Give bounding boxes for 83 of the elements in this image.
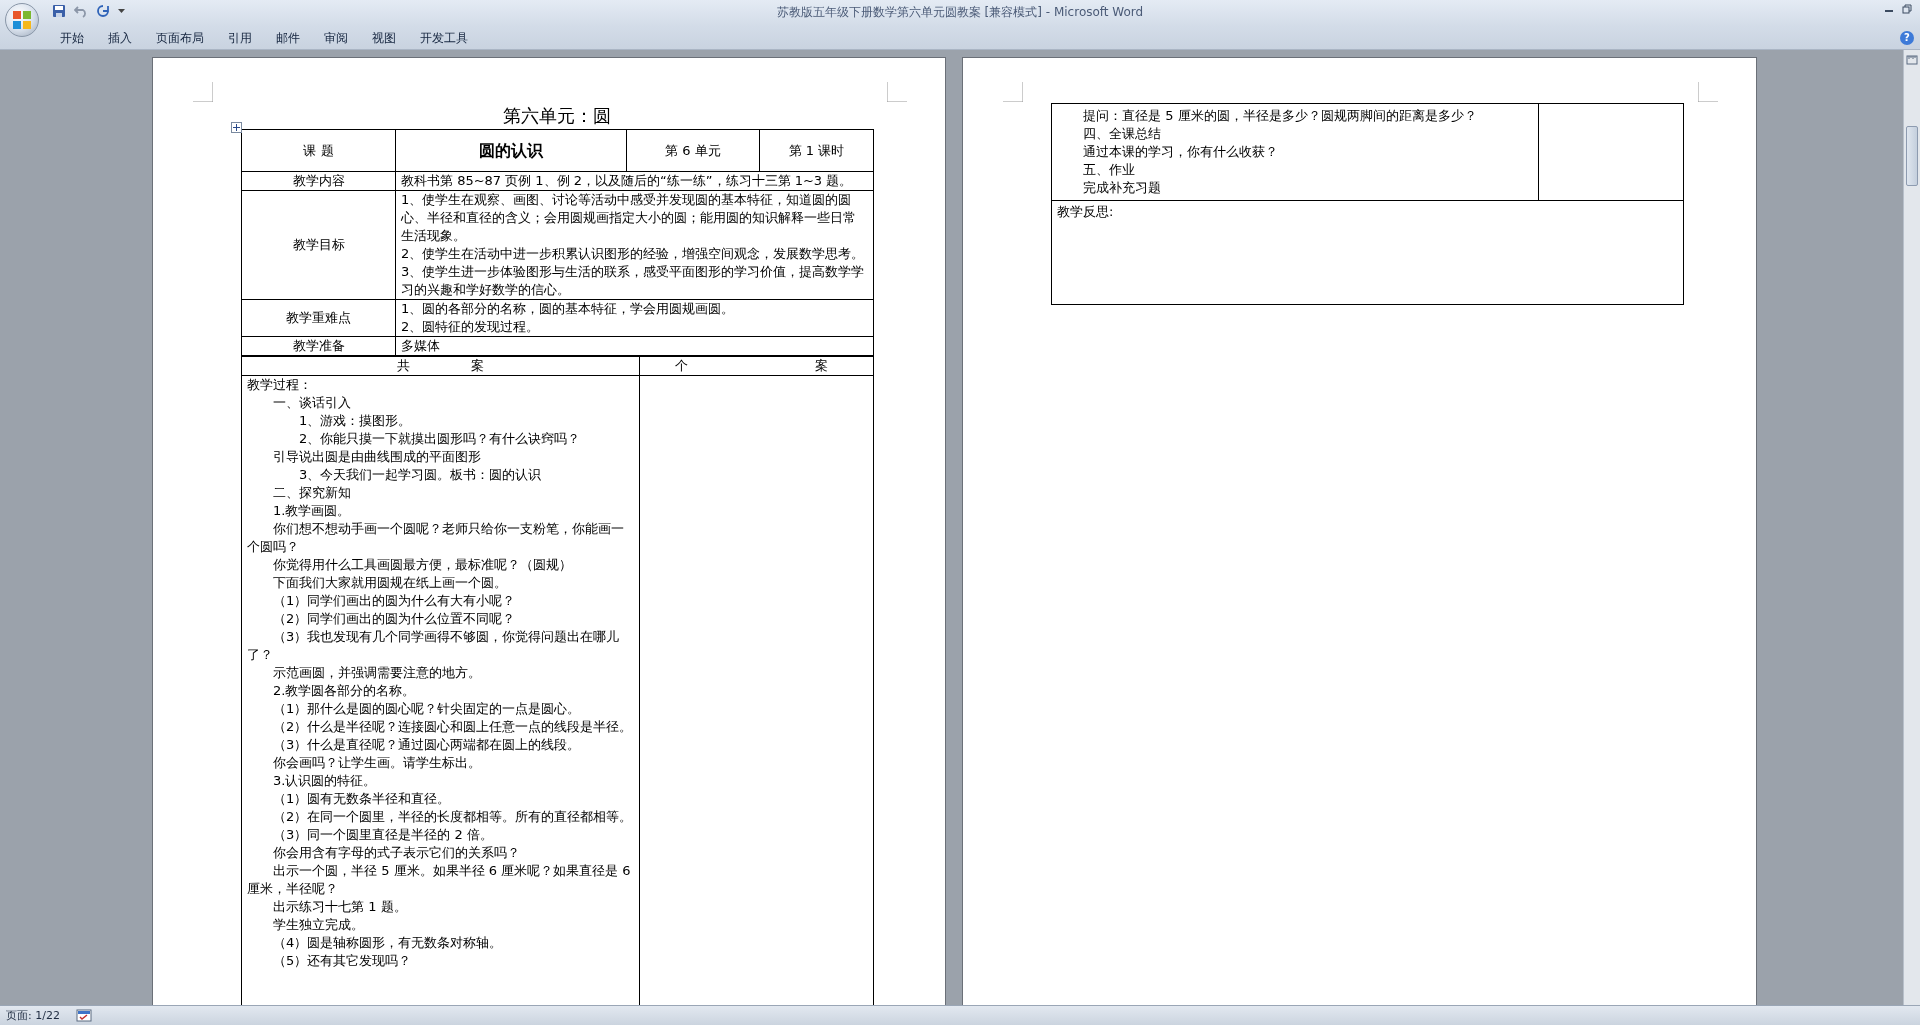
text-line: （5）还有其它发现吗？ [272,952,413,970]
text-line: （2）在同一个圆里，半径的长度都相等。所有的直径都相等。 [272,808,634,826]
page-count[interactable]: 页面: 1/22 [6,1006,60,1025]
text-line: （1）圆有无数条半径和直径。 [272,790,452,808]
text-line: 1.教学画圆。 [272,502,352,520]
text-line: 1、游戏：摸图形。 [298,412,413,430]
text-line: 教学反思: [1057,203,1115,221]
text-line: 通过本课的学习，你有什么收获？ [1082,143,1279,161]
ribbon-tab[interactable]: 邮件 [264,26,312,49]
office-logo-icon [12,10,32,30]
text-line: 2、你能只摸一下就摸出圆形吗？有什么诀窍吗？ [298,430,582,448]
text-line: 你会画吗？让学生画。请学生标出。 [272,754,482,772]
text-line: 教学过程： [247,376,313,394]
text-line: （4）圆是轴称圆形，有无数条对称轴。 [272,934,504,952]
ribbon-tab[interactable]: 引用 [216,26,264,49]
ribbon-tab[interactable]: 视图 [360,26,408,49]
text-line: （2）同学们画出的圆为什么位置不同呢？ [272,610,517,628]
crop-mark [1698,82,1718,102]
document-heading: 第六单元：圆 [502,104,612,128]
text-line: 一、谈话引入 [272,394,352,412]
ribbon-tab[interactable]: 开发工具 [408,26,480,49]
ribbon-tab[interactable]: 审阅 [312,26,360,49]
column-header: 个 [675,357,688,375]
row-label: 教学重难点 [241,299,396,337]
ribbon-tab[interactable]: 页面布局 [144,26,216,49]
text-line: 你们想不想动手画一个圆呢？老师只给你一支粉笔，你能画一个圆吗？ [247,520,625,556]
ribbon-tab[interactable]: 开始 [48,26,96,49]
text-line: 多媒体 [401,337,441,355]
text-line: 引导说出圆是由曲线围成的平面图形 [272,448,482,466]
text-line: 2、使学生在活动中进一步积累认识图形的经验，增强空间观念，发展数学思考。 [401,245,866,263]
column-header: 案 [471,357,484,375]
ruler-toggle-icon[interactable] [1906,54,1918,66]
crop-mark [193,82,213,102]
text-line: 2、圆特征的发现过程。 [401,318,541,336]
dropdown-caret-icon[interactable] [118,8,125,14]
text-line: 示范画圆，并强调需要注意的地方。 [272,664,482,682]
table-cell: 课 题 [241,129,396,172]
text-line: （3）什么是直径呢？通过圆心两端都在圆上的线段。 [272,736,582,754]
text-line: （2）什么是半径呢？连接圆心和圆上任意一点的线段是半径。 [272,718,634,736]
office-button[interactable] [5,3,39,37]
table-cell: 圆的认识 [395,129,627,172]
column-header: 案 [815,357,828,375]
row-label: 教学内容 [241,171,396,191]
table-cell: 第 1 课时 [759,129,874,172]
vertical-scrollbar[interactable] [1903,50,1920,1005]
text-line: 3.认识圆的特征。 [272,772,378,790]
crop-mark [1003,82,1023,102]
text-line: 完成补充习题 [1082,179,1162,197]
crop-mark [887,82,907,102]
text-line: 四、全课总结 [1082,125,1162,143]
window-title: 苏教版五年级下册数学第六单元圆教案 [兼容模式] - Microsoft Word [776,4,1144,21]
text-line: 提问：直径是 5 厘米的圆，半径是多少？圆规两脚间的距离是多少？ [1082,107,1478,125]
text-line: 3、使学生进一步体验图形与生活的联系，感受平面图形的学习价值，提高数学学习的兴趣和学好数学的信心。 [401,263,866,299]
text-line: （1）那什么是圆的圆心呢？针尖固定的一点是圆心。 [272,700,582,718]
scrollbar-thumb[interactable] [1906,126,1918,186]
text-line: 1、使学生在观察、画图、讨论等活动中感受并发现圆的基本特征，知道圆的圆心、半径和直径的含义；会用圆规画指定大小的圆；能用圆的知识解释一些日常生活现象。 [401,191,857,245]
text-line: （1）同学们画出的圆为什么有大有小呢？ [272,592,517,610]
row-label: 教学目标 [241,190,396,300]
text-line: 学生独立完成。 [272,916,365,934]
text-line: 下面我们大家就用圆规在纸上画一个圆。 [272,574,508,592]
text-line: 2.教学圆各部分的名称。 [272,682,417,700]
text-line: 你觉得用什么工具画圆最方便，最标准呢？（圆规） [272,556,573,574]
redo-icon[interactable] [96,4,110,18]
text-line: 二、探究新知 [272,484,352,502]
text-line: （3）我也发现有几个同学画得不够圆，你觉得问题出在哪儿了？ [247,628,621,664]
ribbon-tab[interactable]: 插入 [96,26,144,49]
save-icon[interactable] [52,4,66,18]
text-line: 出示练习十七第 1 题。 [272,898,408,916]
table-cell: 第 6 单元 [626,129,760,172]
text-line: 出示一个圆，半径 5 厘米。如果半径 6 厘米呢？如果直径是 6 厘米，半径呢？ [247,862,632,898]
row-label: 教学准备 [241,336,396,356]
text-line: 你会用含有字母的式子表示它们的关系吗？ [272,844,521,862]
restore-icon[interactable] [1902,4,1912,14]
undo-icon[interactable] [74,4,88,18]
text-line: 五、作业 [1082,161,1136,179]
text-line: 1、圆的各部分的名称，圆的基本特征，学会用圆规画圆。 [401,300,736,318]
help-button[interactable]: ? [1900,30,1914,45]
proofing-icon[interactable] [75,1009,92,1022]
column-header: 共 [397,357,410,375]
text-line: （3）同一个圆里直径是半径的 2 倍。 [272,826,494,844]
text-line: 3、今天我们一起学习圆。板书：圆的认识 [298,466,543,484]
text-line: 教科书第 85~87 页例 1、例 2，以及随后的“练一练”，练习十三第 1~3 题。 [401,172,854,190]
table-move-handle-icon[interactable] [231,122,242,133]
